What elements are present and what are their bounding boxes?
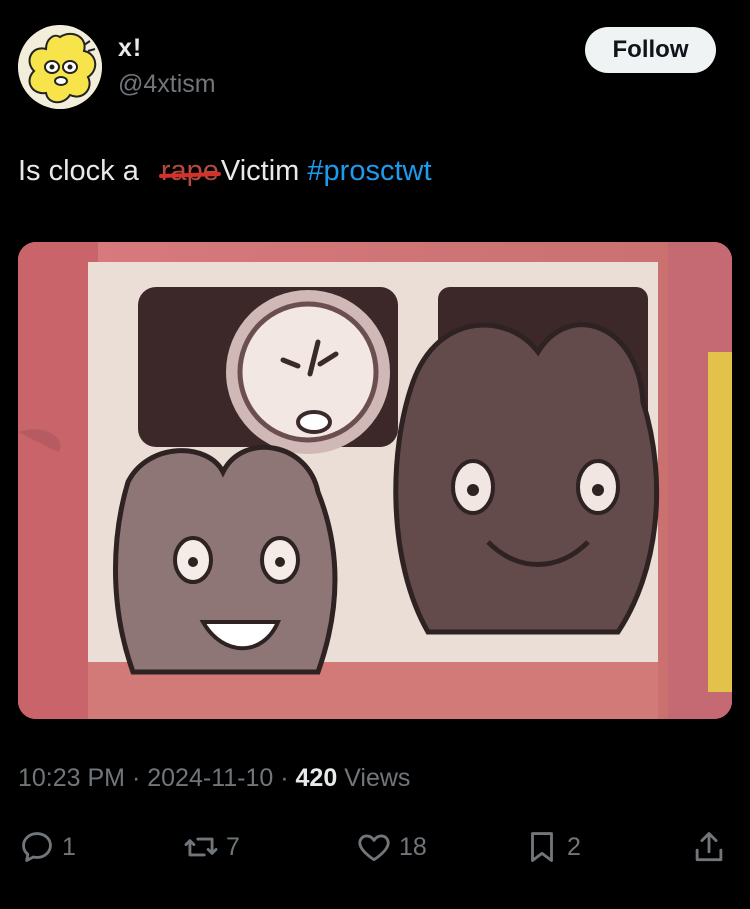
- separator: ·: [280, 764, 289, 792]
- bookmark-count: 2: [567, 832, 581, 861]
- hashtag-link[interactable]: #prosctwt: [307, 155, 431, 187]
- cartoon-image: [18, 242, 732, 719]
- reply-count: 1: [62, 832, 76, 861]
- tweet-date[interactable]: 2024-11-10: [147, 764, 273, 792]
- tweet-text-end: Victim: [220, 155, 300, 187]
- tweet-time[interactable]: 10:23 PM: [18, 764, 125, 792]
- follow-button[interactable]: Follow: [585, 27, 716, 73]
- heart-icon: [358, 834, 390, 862]
- avatar[interactable]: [18, 25, 102, 109]
- views-count: 420: [295, 764, 338, 792]
- share-icon: [695, 832, 723, 862]
- reply-button[interactable]: 1: [18, 828, 76, 866]
- share-button[interactable]: [690, 828, 728, 866]
- separator: ·: [131, 764, 141, 792]
- author-handle[interactable]: @4xtism: [118, 70, 216, 99]
- tweet-meta: 10:23 PM · 2024-11-10 · 420 Views: [18, 764, 410, 793]
- author-display-name[interactable]: x!: [118, 34, 142, 63]
- like-button[interactable]: 18: [355, 828, 427, 866]
- like-count: 18: [399, 832, 427, 861]
- bookmark-button[interactable]: 2: [523, 828, 581, 866]
- repost-button[interactable]: 7: [182, 828, 240, 866]
- reply-icon: [22, 832, 52, 862]
- four-character-avatar-icon: [18, 25, 102, 109]
- views-label: Views: [344, 764, 411, 792]
- tweet-image[interactable]: [18, 242, 732, 719]
- repost-count: 7: [226, 832, 240, 861]
- bookmark-icon: [531, 832, 553, 862]
- tweet-text-start: Is clock a: [18, 155, 139, 187]
- tweet-text: Is clock a rapeVictim #prosctwt: [18, 155, 432, 188]
- action-bar: 1 7 18 2: [0, 822, 750, 872]
- repost-icon: [184, 837, 218, 857]
- struck-word: rape: [160, 155, 219, 187]
